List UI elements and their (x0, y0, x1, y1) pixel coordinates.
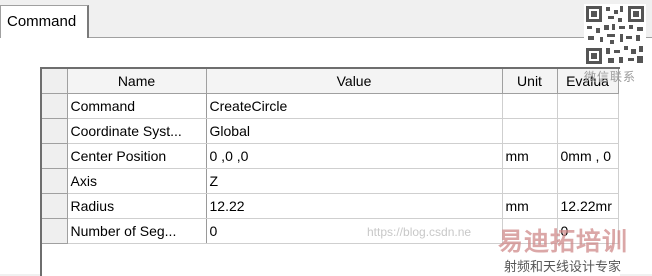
qr-code-image (584, 4, 646, 66)
tab-command-label: Command (7, 13, 77, 30)
watermark-url: https://blog.csdn.ne (367, 225, 472, 239)
row-name: Axis (67, 168, 207, 194)
row-selector[interactable] (42, 118, 68, 144)
row-value[interactable]: Global (206, 118, 503, 144)
row-value[interactable]: CreateCircle (206, 93, 503, 119)
table-row[interactable]: Radius 12.22 mm 12.22mr (42, 193, 619, 219)
row-unit[interactable]: mm (502, 143, 558, 169)
table-row[interactable]: Coordinate Syst... Global (42, 118, 619, 144)
row-value[interactable]: 0 ,0 ,0 (206, 143, 503, 169)
row-selector[interactable] (42, 193, 68, 219)
row-evaluated: 0mm , 0 (557, 143, 619, 169)
row-name: Radius (67, 193, 207, 219)
row-evaluated (557, 118, 619, 144)
corner-header[interactable] (42, 69, 68, 94)
row-value[interactable]: Z (206, 168, 503, 194)
watermark-logo: 易迪拓培训 (498, 228, 629, 256)
table-row[interactable]: Center Position 0 ,0 ,0 mm 0mm , 0 (42, 143, 619, 169)
table-row[interactable]: Axis Z (42, 168, 619, 194)
row-name: Center Position (67, 143, 207, 169)
qr-caption: 微信联系 (584, 70, 637, 84)
row-evaluated (557, 168, 619, 194)
row-evaluated (557, 93, 619, 119)
row-evaluated: 12.22mr (557, 193, 619, 219)
row-selector[interactable] (42, 143, 68, 169)
table-row[interactable]: Command CreateCircle (42, 93, 619, 119)
row-unit[interactable] (502, 93, 558, 119)
column-header-name[interactable]: Name (67, 69, 207, 94)
row-selector[interactable] (42, 168, 68, 194)
row-selector[interactable] (42, 93, 68, 119)
row-name: Command (67, 93, 207, 119)
row-unit[interactable] (502, 118, 558, 144)
column-header-value[interactable]: Value (206, 69, 503, 94)
tab-command[interactable]: Command (0, 5, 89, 38)
row-name: Number of Seg... (67, 218, 207, 244)
row-value[interactable]: 12.22 (206, 193, 503, 219)
header-row: Name Value Unit Evalua (42, 69, 619, 94)
row-unit[interactable]: mm (502, 193, 558, 219)
watermark-tagline: 射频和天线设计专家 (504, 259, 622, 274)
row-selector[interactable] (42, 218, 68, 244)
row-name: Coordinate Syst... (67, 118, 207, 144)
column-header-unit[interactable]: Unit (502, 69, 558, 94)
row-unit[interactable] (502, 168, 558, 194)
property-table: Name Value Unit Evalua Command CreateCir… (42, 69, 619, 244)
